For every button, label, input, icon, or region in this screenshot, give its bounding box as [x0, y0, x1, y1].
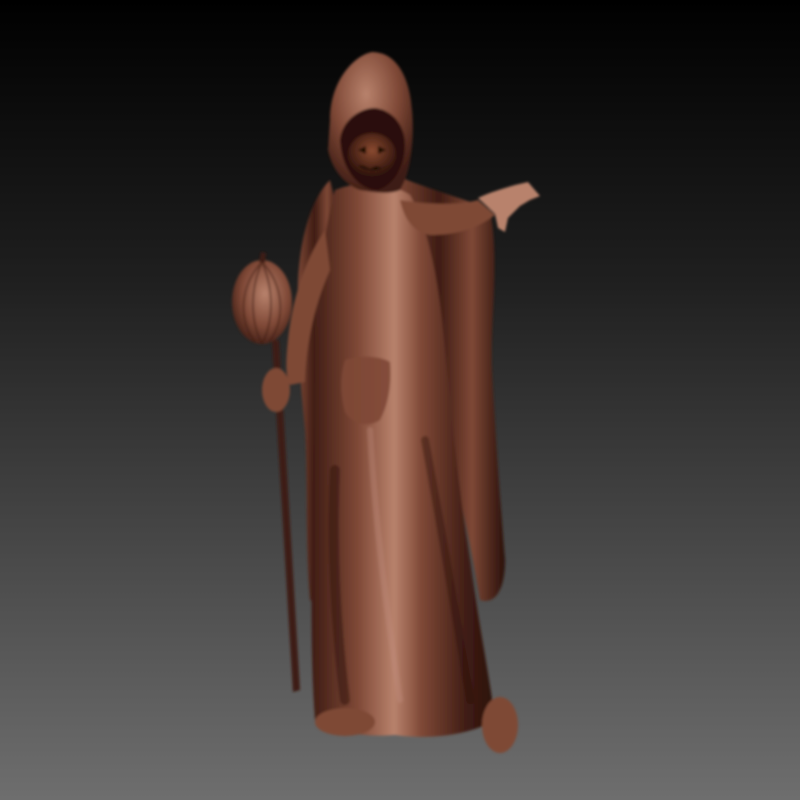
pumpkin-orb: [232, 260, 292, 344]
staff-hand: [262, 368, 290, 412]
left-boot: [315, 708, 375, 736]
sculpt-viewport[interactable]: [0, 0, 800, 800]
right-boot: [482, 697, 518, 753]
face: [348, 133, 396, 177]
hooded-figure-render: [0, 0, 800, 800]
